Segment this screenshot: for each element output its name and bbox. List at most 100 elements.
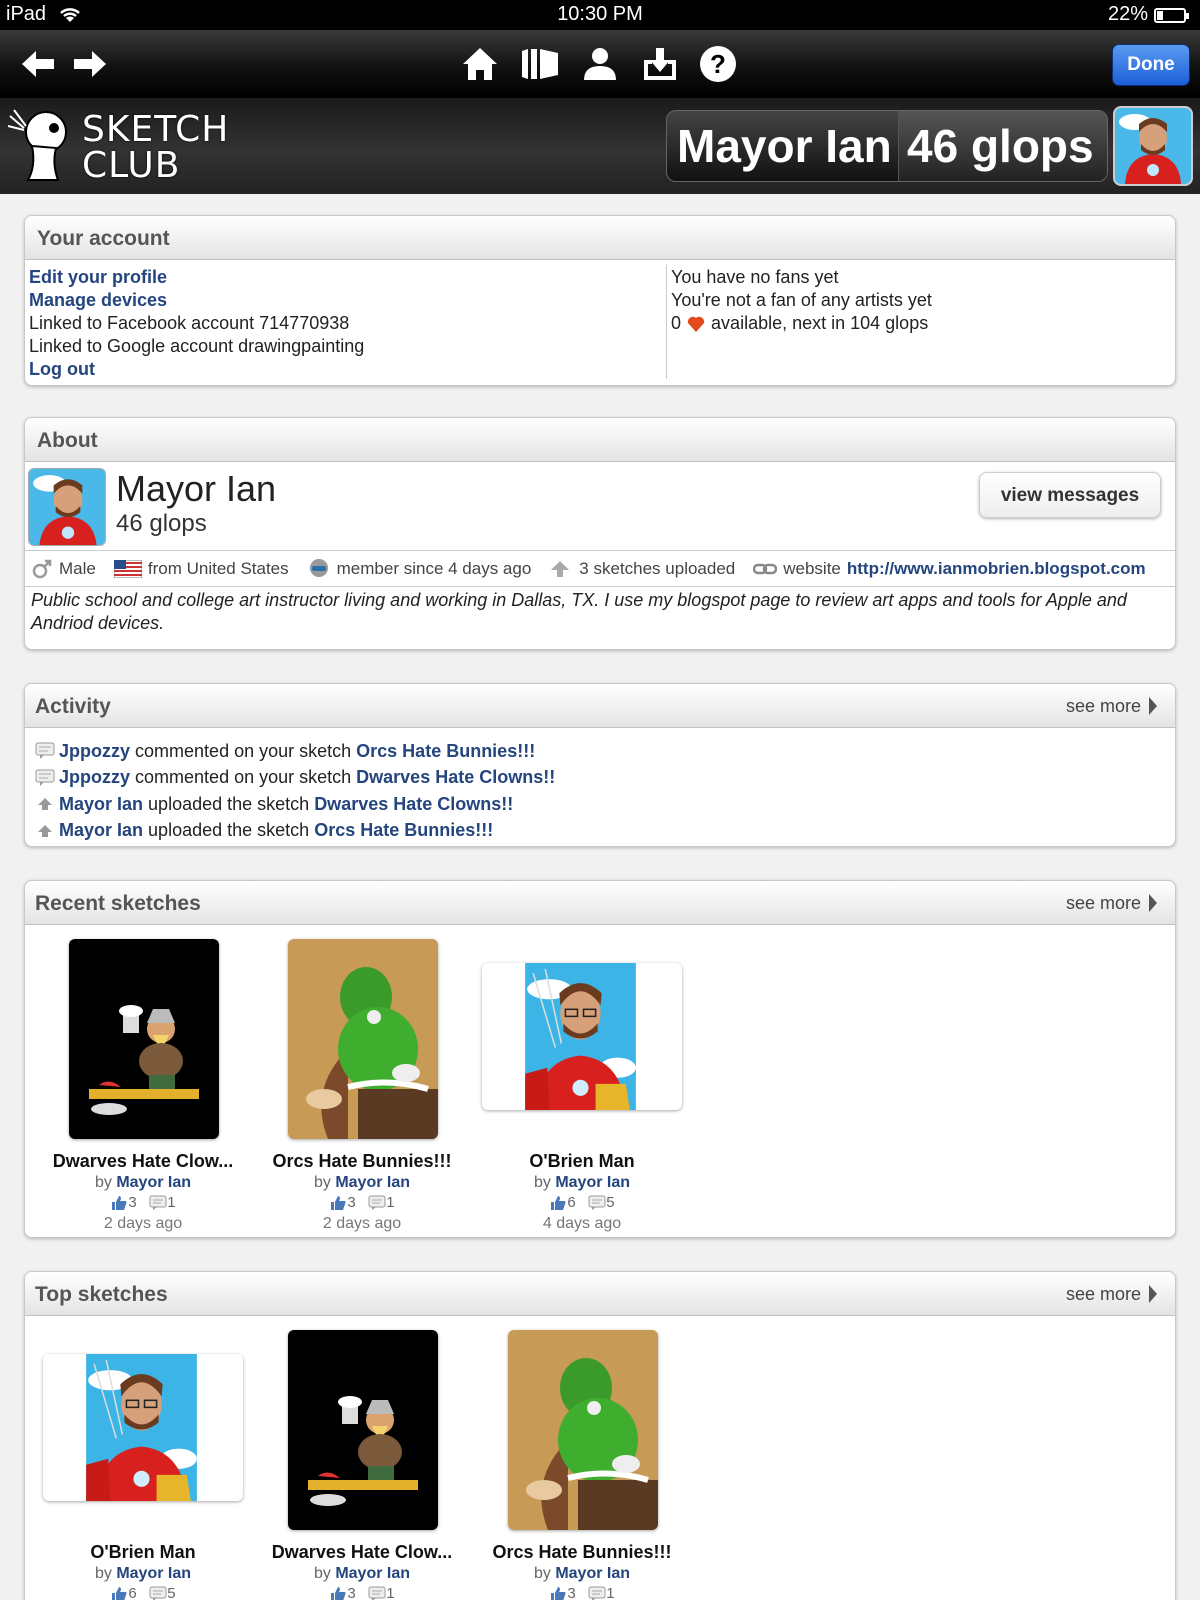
activity-item: Mayor Ian uploaded the sketch Dwarves Ha… xyxy=(35,791,555,818)
sketch-thumbnail-image[interactable] xyxy=(43,1354,243,1501)
upload-icon xyxy=(551,561,570,577)
sketch-club-logo[interactable]: SKETCH CLUB xyxy=(6,106,236,186)
sketch-card[interactable]: Dwarves Hate Clow... by Mayor Ian 3 1 2 day… xyxy=(43,939,243,1232)
activity-list: Jppozzy commented on your sketch Orcs Ha… xyxy=(35,738,555,844)
sketch-stats: 6 5 xyxy=(43,1585,243,1600)
account-panel-header: Your account xyxy=(25,216,1175,260)
thumbs-up-icon xyxy=(551,1587,566,1600)
recent-see-more[interactable]: see more xyxy=(1066,893,1157,914)
activity-panel: Activity see more Jppozzy commented on y… xyxy=(24,683,1176,847)
activity-item: Jppozzy commented on your sketch Orcs Ha… xyxy=(35,738,555,765)
edit-profile-link[interactable]: Edit your profile xyxy=(29,267,167,287)
sketch-title[interactable]: Dwarves Hate Clow... xyxy=(43,1151,243,1172)
sketch-byline: by Mayor Ian xyxy=(94,1174,192,1191)
sketch-thumbnail-image[interactable] xyxy=(508,1330,658,1530)
sketch-card[interactable]: Orcs Hate Bunnies!!! by Mayor Ian 3 1 xyxy=(482,1330,682,1600)
author-link[interactable]: Mayor Ian xyxy=(116,1565,191,1582)
sketch-card[interactable]: Dwarves Hate Clow... by Mayor Ian 3 1 xyxy=(262,1330,462,1600)
thumbs-up-icon xyxy=(331,1587,346,1600)
sketch-title[interactable]: Dwarves Hate Clow... xyxy=(262,1542,462,1563)
sketch-thumbnail-image[interactable] xyxy=(288,939,438,1139)
about-panel: About Mayor Ian 46 glops view messages M… xyxy=(24,417,1176,650)
comment-count: 5 xyxy=(606,1194,615,1211)
sketch-title[interactable]: Orcs Hate Bunnies!!! xyxy=(262,1151,462,1172)
google-link-status: Linked to Google account drawingpainting xyxy=(29,336,365,356)
done-button[interactable]: Done xyxy=(1112,44,1190,86)
author-link[interactable]: Mayor Ian xyxy=(335,1565,410,1582)
activity-user-link[interactable]: Jppozzy xyxy=(59,767,130,788)
header-avatar[interactable] xyxy=(1113,106,1193,186)
uploads-label: 3 sketches uploaded xyxy=(579,559,736,578)
about-name: Mayor Ian xyxy=(116,468,277,509)
comment-icon xyxy=(588,1586,606,1600)
about-panel-header: About xyxy=(25,418,1175,462)
home-icon[interactable] xyxy=(460,44,500,84)
recent-title: Recent sketches xyxy=(35,892,201,915)
recent-panel-header: Recent sketches see more xyxy=(25,881,1175,925)
manage-devices-link[interactable]: Manage devices xyxy=(29,290,167,310)
site-header: SKETCH CLUB Mayor Ian 46 glops xyxy=(0,98,1200,194)
like-count: 3 xyxy=(128,1194,137,1211)
header-user-name: Mayor Ian xyxy=(667,111,899,181)
sketch-card[interactable]: O'Brien Man by Mayor Ian 6 5 xyxy=(43,1330,243,1600)
activity-user-link[interactable]: Mayor Ian xyxy=(59,820,143,841)
download-icon[interactable] xyxy=(640,44,680,84)
sketch-thumbnail-image[interactable] xyxy=(288,1330,438,1530)
author-link[interactable]: Mayor Ian xyxy=(116,1174,191,1191)
sketch-card[interactable]: O'Brien Man by Mayor Ian 6 5 4 days ago xyxy=(482,939,682,1232)
activity-action: uploaded the sketch xyxy=(148,820,310,841)
fans-status: You have no fans yet xyxy=(671,267,839,287)
activity-sketch-link[interactable]: Dwarves Hate Clowns!! xyxy=(356,767,555,788)
activity-sketch-link[interactable]: Dwarves Hate Clowns!! xyxy=(314,794,513,815)
sketch-byline: by Mayor Ian xyxy=(94,1565,192,1582)
sketch-stats: 3 1 xyxy=(482,1585,682,1600)
upload-icon xyxy=(38,824,52,837)
logout-link[interactable]: Log out xyxy=(29,359,95,379)
gallery-icon[interactable] xyxy=(520,44,560,84)
bio-divider xyxy=(25,586,1175,587)
account-panel: Your account Edit your profile Manage de… xyxy=(24,215,1176,386)
activity-sketch-link[interactable]: Orcs Hate Bunnies!!! xyxy=(356,741,535,762)
sketch-title[interactable]: O'Brien Man xyxy=(43,1542,243,1563)
sketch-stats: 3 1 xyxy=(262,1585,462,1600)
comment-icon xyxy=(35,769,55,786)
user-summary[interactable]: Mayor Ian 46 glops xyxy=(666,110,1108,182)
sketch-title[interactable]: O'Brien Man xyxy=(482,1151,682,1172)
comment-icon xyxy=(149,1586,167,1600)
sketch-card[interactable]: Orcs Hate Bunnies!!! by Mayor Ian 3 1 2 day… xyxy=(262,939,462,1232)
profile-icon[interactable] xyxy=(580,44,620,84)
back-arrow-icon[interactable] xyxy=(18,44,58,84)
account-left-col: Edit your profile Manage devices Linked … xyxy=(29,266,364,381)
author-link[interactable]: Mayor Ian xyxy=(555,1174,630,1191)
sketch-thumbnail-image[interactable] xyxy=(482,963,682,1110)
author-link[interactable]: Mayor Ian xyxy=(555,1565,630,1582)
top-see-more[interactable]: see more xyxy=(1066,1284,1157,1305)
recent-sketches-panel: Recent sketches see more Dwarves Hate Cl… xyxy=(24,880,1176,1238)
activity-sketch-link[interactable]: Orcs Hate Bunnies!!! xyxy=(314,820,493,841)
help-icon[interactable]: ? xyxy=(698,44,738,84)
heart-icon xyxy=(687,317,705,333)
author-link[interactable]: Mayor Ian xyxy=(335,1174,410,1191)
sketch-thumbnail-image[interactable] xyxy=(69,939,219,1139)
sketch-title[interactable]: Orcs Hate Bunnies!!! xyxy=(482,1542,682,1563)
about-avatar[interactable] xyxy=(28,468,106,546)
like-count: 6 xyxy=(567,1194,576,1211)
activity-user-link[interactable]: Jppozzy xyxy=(59,741,130,762)
sketch-age: 2 days ago xyxy=(103,1215,183,1232)
sketch-age: 2 days ago xyxy=(322,1215,402,1232)
gender-label: Male xyxy=(59,559,96,578)
sketch-stats: 6 5 xyxy=(482,1194,682,1211)
activity-see-more[interactable]: see more xyxy=(1066,696,1157,717)
activity-user-link[interactable]: Mayor Ian xyxy=(59,794,143,815)
facebook-link-status: Linked to Facebook account 714770938 xyxy=(29,313,350,333)
activity-item: Mayor Ian uploaded the sketch Orcs Hate … xyxy=(35,818,555,845)
activity-item: Jppozzy commented on your sketch Dwarves… xyxy=(35,765,555,792)
upload-icon xyxy=(38,798,52,811)
website-link[interactable]: http://www.ianmobrien.blogspot.com xyxy=(847,559,1146,579)
thumbs-up-icon xyxy=(112,1587,127,1600)
battery-icon xyxy=(1154,8,1189,23)
comment-count: 1 xyxy=(386,1585,395,1600)
forward-arrow-icon[interactable] xyxy=(70,44,110,84)
about-title: About xyxy=(37,429,98,452)
view-messages-button[interactable]: view messages xyxy=(979,472,1161,518)
